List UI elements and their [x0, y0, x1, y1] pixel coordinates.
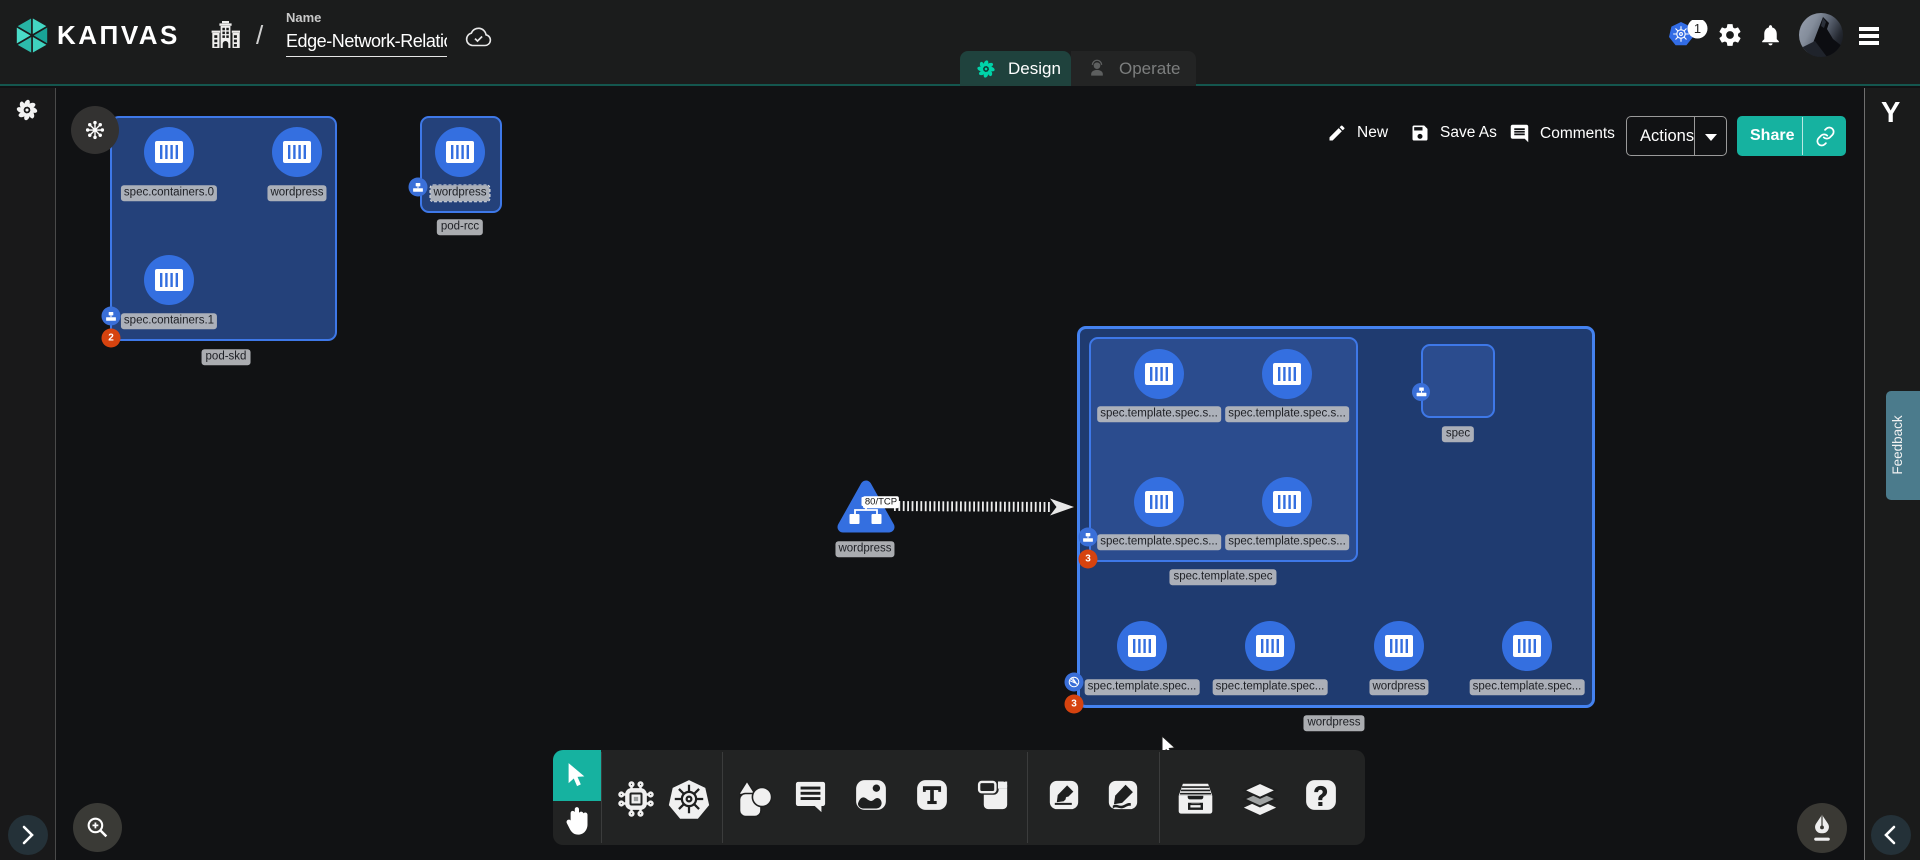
svg-text:1: 1 [1694, 21, 1701, 36]
